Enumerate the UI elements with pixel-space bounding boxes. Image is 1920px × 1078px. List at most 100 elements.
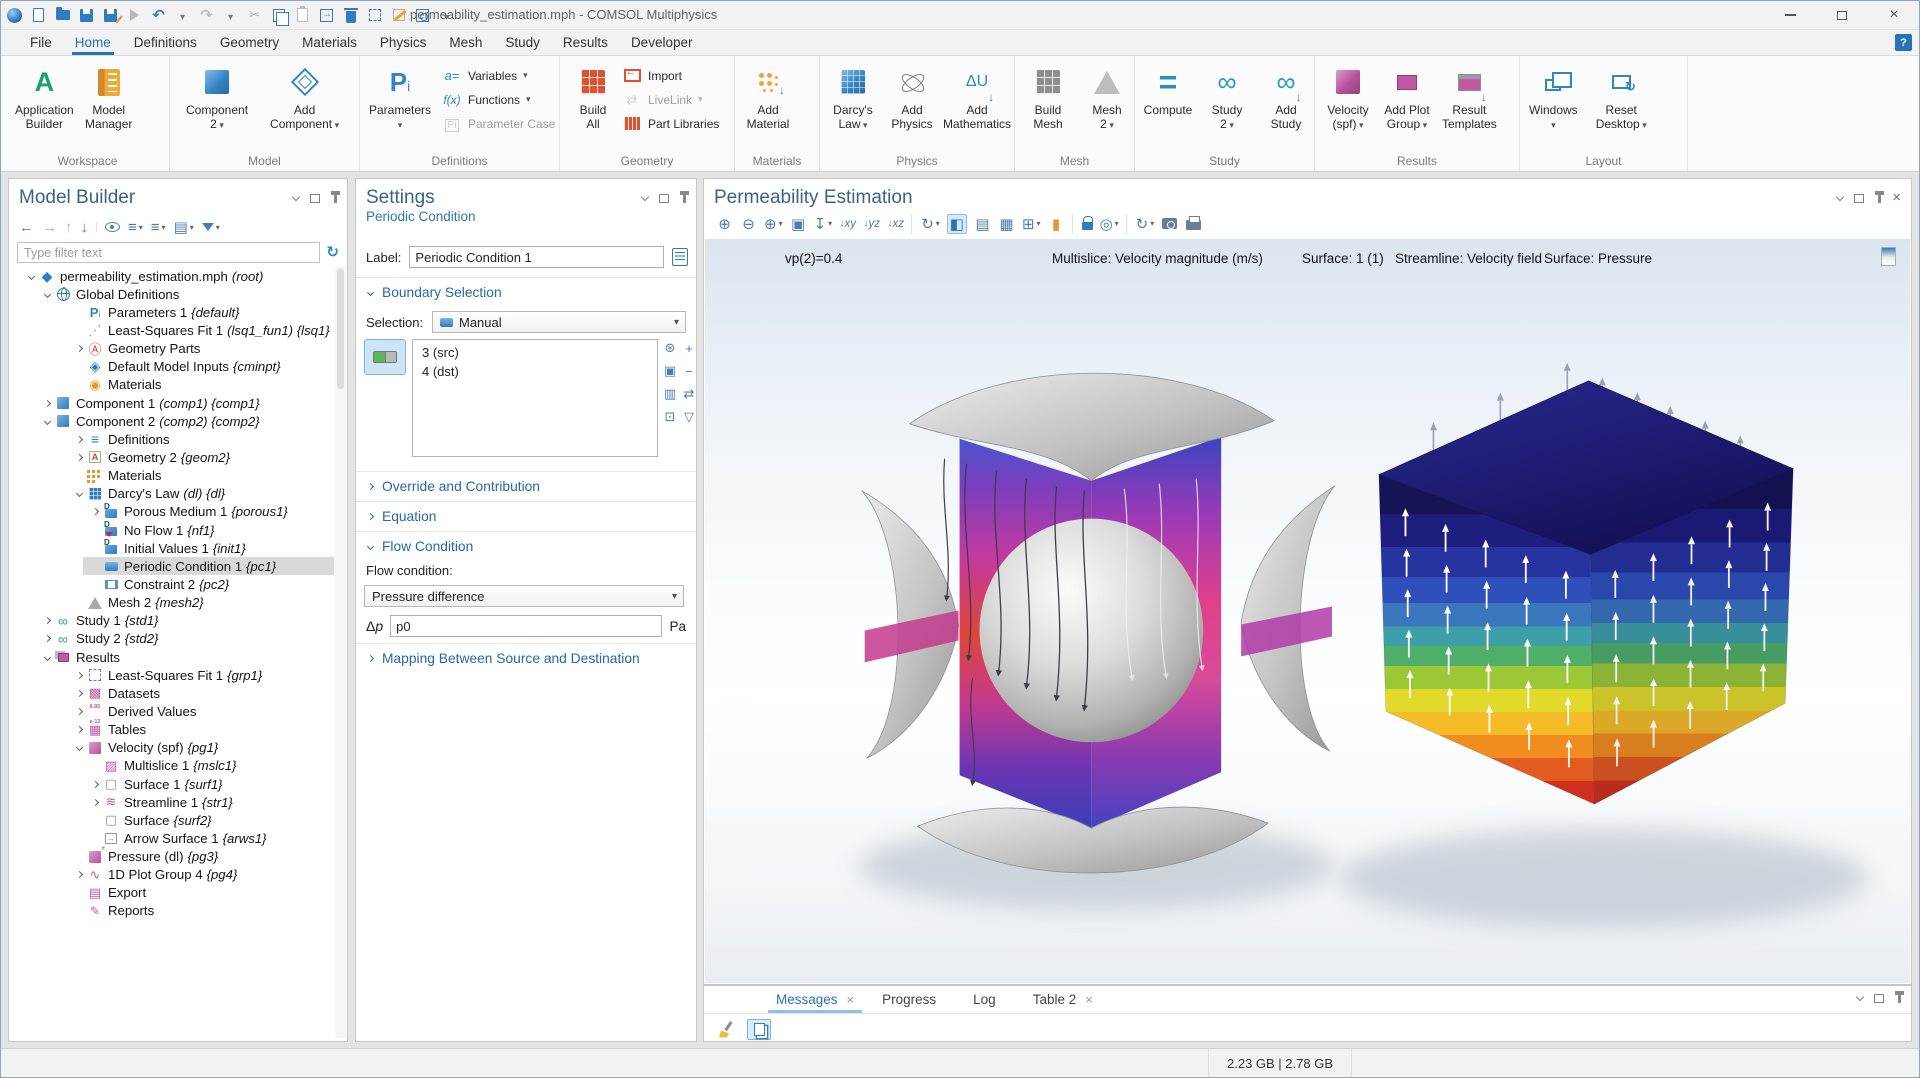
- color-legend-icon[interactable]: [1881, 247, 1896, 266]
- activate-selection-button[interactable]: [364, 339, 406, 375]
- previous-node-icon[interactable]: ←: [19, 219, 34, 236]
- snapshot-icon[interactable]: [1161, 214, 1178, 234]
- ribbon-tab[interactable]: Physics: [370, 30, 437, 55]
- tree-item[interactable]: Tables: [9, 721, 334, 739]
- study-2-button[interactable]: Study2: [1199, 61, 1255, 132]
- selection-list-item[interactable]: 3 (src): [413, 343, 657, 362]
- save-icon[interactable]: [78, 7, 95, 24]
- tree-item[interactable]: Default Model Inputs {cminpt}: [9, 358, 334, 376]
- comsol-logo[interactable]: [6, 7, 23, 24]
- tree-item[interactable]: Surface {surf2}: [9, 811, 334, 829]
- show-label-icon[interactable]: [672, 248, 688, 266]
- tree-item[interactable]: Study 1 {std1}: [9, 612, 334, 630]
- panel-pin-icon[interactable]: [1898, 994, 1901, 1003]
- mesh-2-button[interactable]: Mesh2: [1079, 61, 1135, 132]
- tree-item[interactable]: Geometry 2 {geom2}: [9, 448, 334, 466]
- disable-icon[interactable]: [390, 7, 407, 24]
- add-component-button[interactable]: AddComponent: [266, 61, 343, 132]
- parameters-button[interactable]: Parameters: [365, 61, 435, 132]
- build-mesh-button[interactable]: BuildMesh: [1020, 61, 1076, 132]
- compute-button[interactable]: Compute: [1140, 61, 1196, 132]
- ribbon-tab[interactable]: Study: [495, 30, 550, 55]
- part-libraries-button[interactable]: Part Libraries: [622, 114, 719, 133]
- create-selection-icon[interactable]: ⊛: [665, 341, 676, 355]
- tree-item[interactable]: Initial Values 1 {init1}: [9, 539, 334, 557]
- ribbon-tab[interactable]: Developer: [621, 30, 703, 55]
- zoom-out-icon[interactable]: ⊖: [740, 214, 757, 234]
- panel-pin-icon[interactable]: [1878, 194, 1881, 203]
- panel-menu-icon[interactable]: [1856, 993, 1864, 1001]
- variables-button[interactable]: Variables: [442, 66, 555, 85]
- add-plot-group-button[interactable]: Add PlotGroup: [1379, 61, 1435, 132]
- add-to-selection-icon[interactable]: +: [685, 341, 693, 355]
- print-icon[interactable]: [1185, 214, 1202, 234]
- tab-close-icon[interactable]: ×: [1085, 992, 1093, 1007]
- panel-menu-icon[interactable]: [1836, 192, 1844, 200]
- tree-item[interactable]: Multislice 1 {mslc1}: [9, 757, 334, 775]
- tree-filter-input[interactable]: [17, 242, 320, 263]
- ribbon-tab[interactable]: Home: [65, 30, 121, 55]
- add-physics-button[interactable]: AddPhysics: [884, 61, 940, 132]
- zoom-extents-icon[interactable]: ⊕: [764, 214, 783, 234]
- functions-button[interactable]: Functions: [442, 90, 555, 109]
- dock-tab[interactable]: Table 2 ×: [1033, 986, 1093, 1013]
- next-node-icon[interactable]: →: [42, 219, 57, 236]
- tree-item[interactable]: Surface 1 {surf1}: [9, 775, 334, 793]
- redo-caret-icon[interactable]: [222, 7, 239, 24]
- add-study-button[interactable]: AddStudy: [1258, 61, 1314, 132]
- tree-item[interactable]: Component 1 (comp1) {comp1}: [9, 394, 334, 412]
- panel-float-icon[interactable]: [1874, 994, 1884, 1003]
- move-down-icon[interactable]: ↓: [81, 219, 89, 236]
- tree-item[interactable]: Export: [9, 884, 334, 902]
- tree-item[interactable]: Porous Medium 1 {porous1}: [9, 503, 334, 521]
- tab-close-icon[interactable]: ×: [847, 992, 855, 1007]
- wireframe-icon[interactable]: ▤: [974, 214, 991, 234]
- ribbon-tab[interactable]: Definitions: [124, 30, 207, 55]
- clear-messages-icon[interactable]: [718, 1021, 736, 1039]
- view-xz-icon[interactable]: xz: [887, 214, 904, 234]
- windows-button[interactable]: Windows: [1525, 61, 1582, 132]
- filter-icon[interactable]: [202, 223, 220, 232]
- collapse-all-icon[interactable]: ≡: [151, 219, 166, 236]
- section-mapping[interactable]: Mapping Between Source and Destination: [356, 643, 696, 673]
- zoom-in-icon[interactable]: ⊕: [716, 214, 733, 234]
- new-file-icon[interactable]: [30, 7, 47, 24]
- run-icon[interactable]: [126, 7, 143, 24]
- refresh-icon[interactable]: [326, 243, 339, 262]
- redo-icon[interactable]: [198, 7, 215, 24]
- application-builder-button[interactable]: ApplicationBuilder: [11, 61, 78, 131]
- livelink-button[interactable]: LiveLink: [622, 90, 719, 109]
- section-equation[interactable]: Equation: [356, 501, 696, 531]
- show-icon[interactable]: [96, 222, 120, 232]
- view-yz-icon[interactable]: yz: [863, 214, 880, 234]
- tree-item[interactable]: Least-Squares Fit 1 {grp1}: [9, 666, 334, 684]
- tree-item[interactable]: Velocity (spf) {pg1}: [9, 739, 334, 757]
- ribbon-tab[interactable]: Results: [553, 30, 618, 55]
- node-text-icon[interactable]: ▤: [174, 218, 194, 236]
- dock-tab[interactable]: Messages ×: [776, 986, 854, 1013]
- parameter-case-button[interactable]: Parameter Case: [442, 114, 555, 133]
- delete-icon[interactable]: [342, 7, 359, 24]
- ribbon-tab[interactable]: Mesh: [439, 30, 492, 55]
- section-boundary-selection[interactable]: Boundary Selection: [356, 277, 696, 307]
- result-templates-button[interactable]: ResultTemplates: [1438, 61, 1501, 132]
- panel-pin-icon[interactable]: [334, 194, 337, 203]
- tree-item[interactable]: Least-Squares Fit 1 (lsq1_fun1) {lsq1}: [9, 321, 334, 339]
- copy-messages-icon[interactable]: [747, 1019, 771, 1040]
- selection-mode-icon[interactable]: ◎: [1100, 214, 1119, 234]
- tree-item[interactable]: Streamline 1 {str1}: [9, 793, 334, 811]
- selection-dropdown[interactable]: Manual: [432, 311, 686, 333]
- help-icon[interactable]: ?: [1895, 34, 1912, 51]
- lock-view-icon[interactable]: [1072, 214, 1093, 234]
- tree-item[interactable]: Study 2 {std2}: [9, 630, 334, 648]
- tree-item[interactable]: Mesh 2 {mesh2}: [9, 594, 334, 612]
- panel-float-icon[interactable]: [659, 194, 669, 203]
- duplicate-icon[interactable]: [318, 7, 335, 24]
- copy-selection-icon[interactable]: ▥: [664, 387, 676, 401]
- undo-caret-icon[interactable]: [174, 7, 191, 24]
- tree-item[interactable]: Darcy's Law (dl) {dl}: [9, 485, 334, 503]
- tree-item[interactable]: Parameters 1 {default}: [9, 303, 334, 321]
- tree-item[interactable]: 1D Plot Group 4 {pg4}: [9, 866, 334, 884]
- panel-float-icon[interactable]: [310, 194, 320, 203]
- tree-item[interactable]: Materials: [9, 467, 334, 485]
